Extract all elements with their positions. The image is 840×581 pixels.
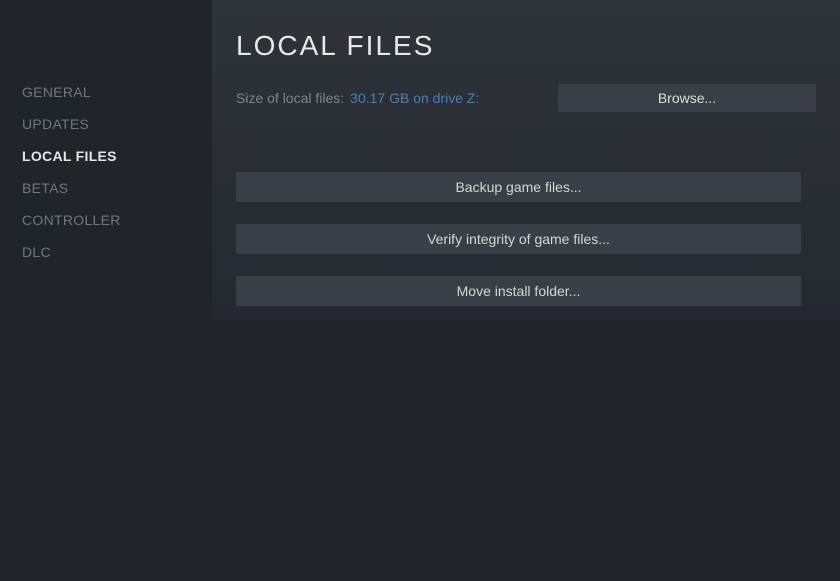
move-install-folder-button[interactable]: Move install folder... [236, 276, 801, 306]
sidebar-item-dlc[interactable]: DLC [22, 236, 202, 268]
sidebar: GENERAL UPDATES LOCAL FILES BETAS CONTRO… [22, 76, 202, 268]
browse-button[interactable]: Browse... [558, 84, 816, 112]
sidebar-item-betas[interactable]: BETAS [22, 172, 202, 204]
sidebar-item-updates[interactable]: UPDATES [22, 108, 202, 140]
size-value: 30.17 GB on drive Z: [350, 90, 479, 106]
size-row: Size of local files: 30.17 GB on drive Z… [236, 84, 816, 112]
sidebar-item-controller[interactable]: CONTROLLER [22, 204, 202, 236]
backup-game-files-button[interactable]: Backup game files... [236, 172, 801, 202]
sidebar-item-local-files[interactable]: LOCAL FILES [22, 140, 202, 172]
page-title: LOCAL FILES [236, 30, 816, 62]
main-panel: LOCAL FILES Size of local files: 30.17 G… [212, 0, 840, 320]
verify-integrity-button[interactable]: Verify integrity of game files... [236, 224, 801, 254]
size-label: Size of local files: [236, 90, 344, 106]
sidebar-item-general[interactable]: GENERAL [22, 76, 202, 108]
